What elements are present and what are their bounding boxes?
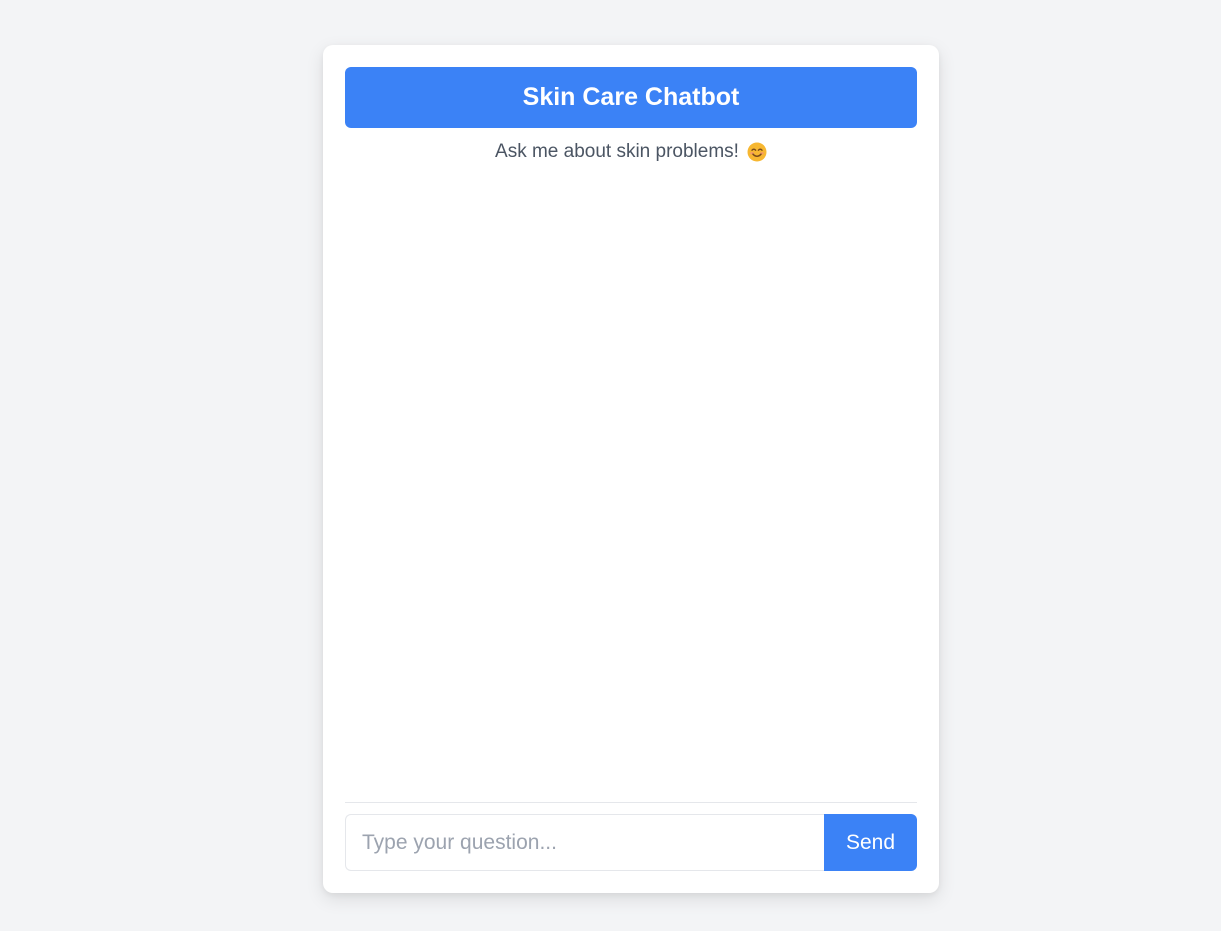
chat-subtitle: Ask me about skin problems! [345,141,917,163]
composer-divider [345,802,917,803]
chat-title: Skin Care Chatbot [522,83,740,111]
smiling-face-icon [747,142,767,162]
message-list[interactable] [345,175,917,800]
composer: Send [345,814,917,871]
chat-header: Skin Care Chatbot [345,67,917,128]
subtitle-text: Ask me about skin problems! [495,141,739,162]
question-input[interactable] [345,814,824,871]
chat-card: Skin Care Chatbot Ask me about skin prob… [323,45,939,893]
send-button[interactable]: Send [824,814,917,871]
